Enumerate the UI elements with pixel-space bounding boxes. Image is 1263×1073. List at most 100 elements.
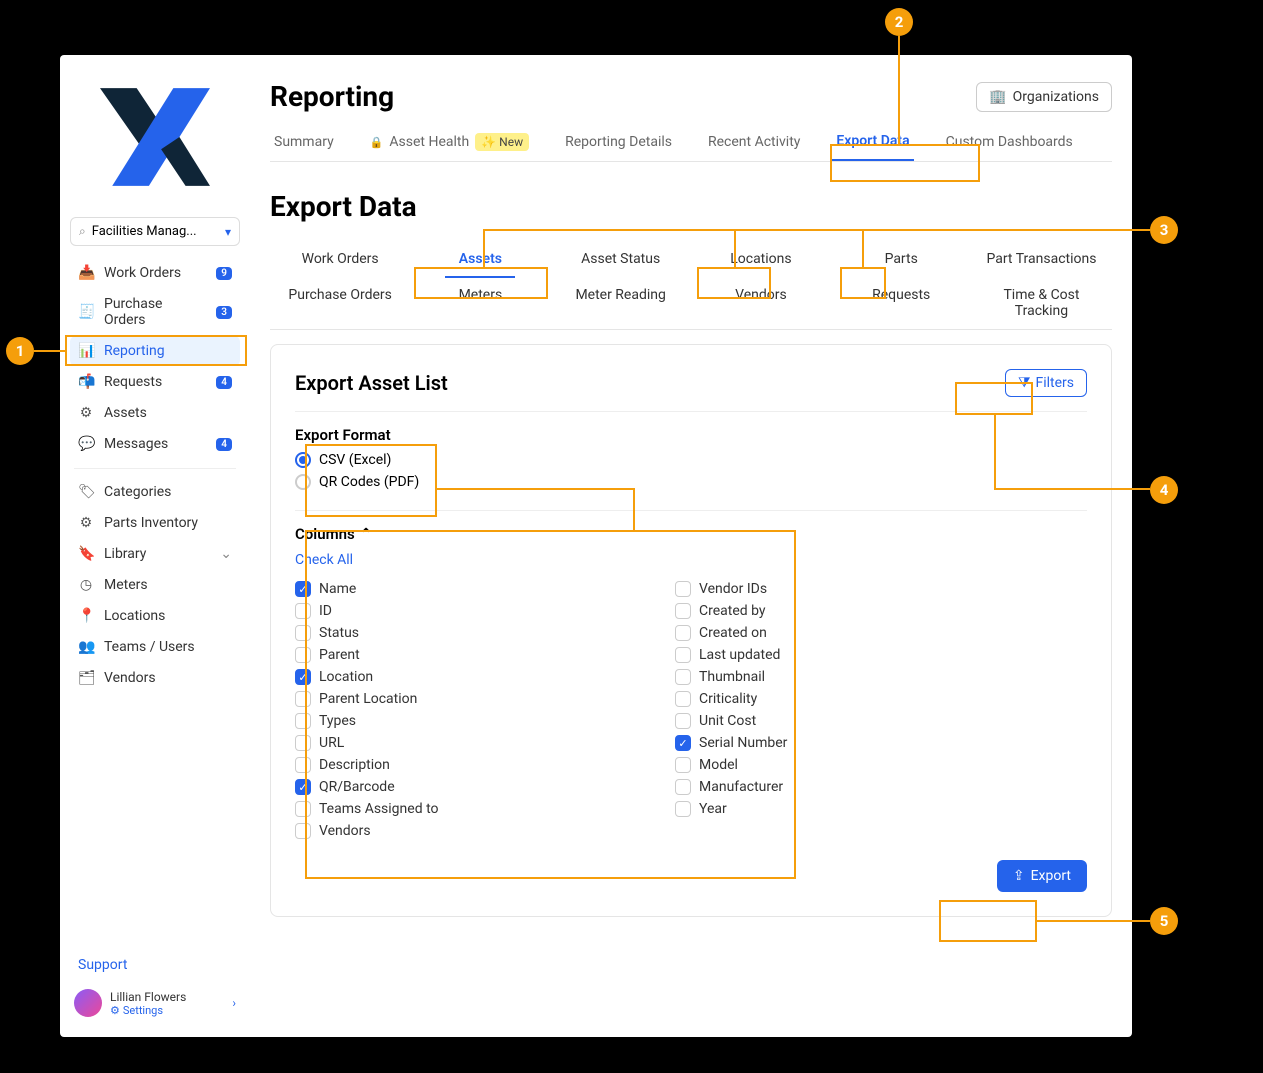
checkbox-icon [675,625,691,641]
column-checkbox[interactable]: URL [295,732,635,754]
nav-icon: 🗂 [78,670,94,686]
format-option[interactable]: CSV (Excel) [295,452,1087,468]
nav-icon: 📍 [78,608,94,624]
column-checkbox[interactable]: Criticality [675,688,1015,710]
checkbox-icon: ✓ [295,779,311,795]
column-checkbox[interactable]: ✓Serial Number [675,732,1015,754]
format-option[interactable]: QR Codes (PDF) [295,474,1087,490]
tab-summary[interactable]: Summary [270,133,338,161]
column-checkbox[interactable]: Description [295,754,635,776]
support-link[interactable]: Support [70,949,240,981]
tab-recent-activity[interactable]: Recent Activity [704,133,804,161]
checkbox-icon [295,691,311,707]
checkbox-icon [675,757,691,773]
column-checkbox[interactable]: Created on [675,622,1015,644]
sidebar-item-library[interactable]: 🔖Library⌄ [70,539,240,569]
column-checkbox[interactable]: Status [295,622,635,644]
user-menu[interactable]: Lillian Flowers ⚙Settings › [70,981,240,1025]
columns-toggle[interactable]: Columns⌃ [295,525,1087,543]
gear-icon: ⚙ [110,1004,120,1017]
badge: 9 [216,267,232,280]
sidebar-item-purchase-orders[interactable]: 🧾Purchase Orders3 [70,289,240,335]
section-title: Export Data [270,190,1112,223]
divider [74,468,236,469]
column-checkbox[interactable]: Last updated [675,644,1015,666]
checkbox-icon [675,691,691,707]
column-checkbox[interactable]: Vendor IDs [675,578,1015,600]
subtab-purchase-orders[interactable]: Purchase Orders [270,277,410,329]
column-checkbox[interactable]: Year [675,798,1015,820]
column-checkbox[interactable]: ID [295,600,635,622]
sidebar-item-reporting[interactable]: 📊Reporting [70,336,240,366]
sidebar-item-teams-users[interactable]: 👥Teams / Users [70,632,240,662]
app-window: ⌕ ▾ 📥Work Orders9🧾Purchase Orders3📊Repor… [60,55,1132,1037]
column-checkbox[interactable]: Unit Cost [675,710,1015,732]
subtab-time-cost-tracking[interactable]: Time & Cost Tracking [971,277,1111,329]
checkbox-icon [295,603,311,619]
tab-export-data[interactable]: Export Data [832,133,913,161]
user-name: Lillian Flowers [110,990,224,1004]
subtab-part-transactions[interactable]: Part Transactions [971,241,1111,277]
subtab-requests[interactable]: Requests [831,277,971,329]
export-subtabs: Work OrdersAssetsAsset StatusLocationsPa… [270,241,1112,330]
checkbox-icon [295,625,311,641]
subtab-parts[interactable]: Parts [831,241,971,277]
nav-icon: 👥 [78,639,94,655]
checkbox-icon: ✓ [295,581,311,597]
organizations-button[interactable]: 🏢Organizations [976,82,1112,112]
tab-reporting-details[interactable]: Reporting Details [561,133,676,161]
filter-icon: ⧩ [1018,375,1031,391]
subtab-work-orders[interactable]: Work Orders [270,241,410,277]
column-checkbox[interactable]: ✓QR/Barcode [295,776,635,798]
column-checkbox[interactable]: Created by [675,600,1015,622]
sidebar-item-work-orders[interactable]: 📥Work Orders9 [70,258,240,288]
column-checkbox[interactable]: Model [675,754,1015,776]
subtab-vendors[interactable]: Vendors [691,277,831,329]
subtab-locations[interactable]: Locations [691,241,831,277]
sidebar-item-meters[interactable]: ◷Meters [70,570,240,600]
sidebar-item-parts-inventory[interactable]: ⚙Parts Inventory [70,508,240,538]
subtab-asset-status[interactable]: Asset Status [551,241,691,277]
page-title: Reporting [270,80,394,113]
sidebar-item-requests[interactable]: 📬Requests4 [70,367,240,397]
subtab-meter-reading[interactable]: Meter Reading [551,277,691,329]
callout-3: 3 [1150,216,1178,244]
nav-icon: ⚙ [78,405,94,421]
column-checkbox[interactable]: Parent [295,644,635,666]
column-checkbox[interactable]: Types [295,710,635,732]
checkbox-icon [675,801,691,817]
org-input[interactable] [92,224,219,239]
column-checkbox[interactable]: Teams Assigned to [295,798,635,820]
callout-5: 5 [1150,907,1178,935]
filters-button[interactable]: ⧩Filters [1005,369,1087,397]
check-all-link[interactable]: Check All [295,552,353,568]
org-selector[interactable]: ⌕ ▾ [70,217,240,246]
tab-asset-health[interactable]: 🔒Asset Health✨New [366,133,533,161]
checkbox-icon [675,603,691,619]
export-button[interactable]: ⇪Export [997,860,1087,892]
subtab-assets[interactable]: Assets [410,241,550,277]
sidebar-item-assets[interactable]: ⚙Assets [70,398,240,428]
subtab-meters[interactable]: Meters [410,277,550,329]
app-logo [85,77,225,197]
avatar [74,989,102,1017]
chevron-down-icon: ⌄ [220,546,232,562]
column-checkbox[interactable]: Parent Location [295,688,635,710]
column-checkbox[interactable]: ✓Location [295,666,635,688]
sidebar-item-vendors[interactable]: 🗂Vendors [70,663,240,693]
user-settings-link[interactable]: ⚙Settings [110,1004,224,1017]
column-checkbox[interactable]: Manufacturer [675,776,1015,798]
sidebar-item-locations[interactable]: 📍Locations [70,601,240,631]
radio-icon [295,474,311,490]
checkbox-icon [295,713,311,729]
tab-custom-dashboards[interactable]: Custom Dashboards [942,133,1077,161]
columns-section: Columns⌃ Check All ✓NameIDStatusParent✓L… [295,511,1087,842]
column-checkbox[interactable]: Thumbnail [675,666,1015,688]
sidebar-item-categories[interactable]: 🏷Categories [70,477,240,507]
column-checkbox[interactable]: ✓Name [295,578,635,600]
nav-icon: 🔖 [78,546,94,562]
callout-1: 1 [6,337,34,365]
column-checkbox[interactable]: Vendors [295,820,635,842]
checkbox-icon [295,801,311,817]
sidebar-item-messages[interactable]: 💬Messages4 [70,429,240,459]
